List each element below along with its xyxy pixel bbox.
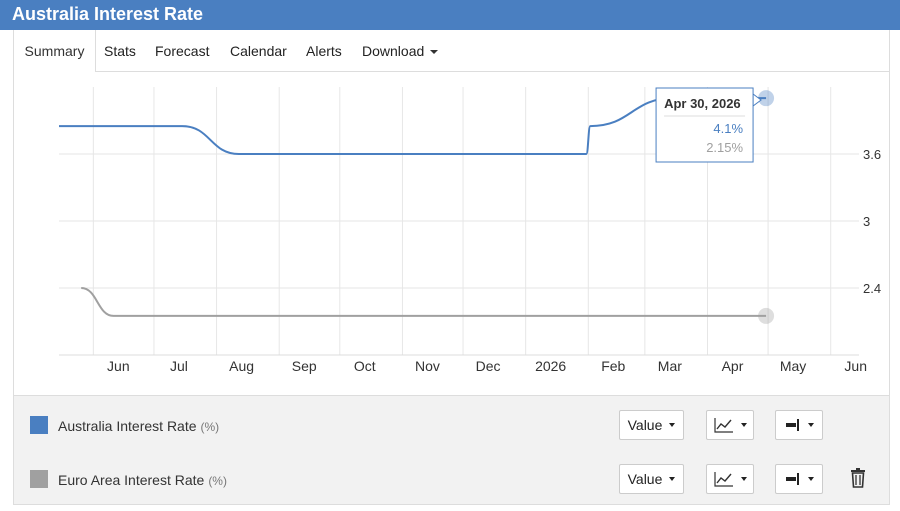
y-tick-label: 3.6: [863, 147, 881, 162]
tab-bar: Summary Stats Forecast Calendar Alerts D…: [13, 30, 890, 73]
x-tick-label: Jul: [170, 358, 188, 374]
x-tick-label: Nov: [415, 358, 440, 374]
axis-layer: Jun Jul Aug Sep Oct Nov Dec 2026 Feb Mar Apr May Jun…: [107, 147, 881, 374]
legend-panel: Australia Interest Rate (%) Value Euro Ar…: [13, 395, 890, 505]
x-tick-label: Jun: [107, 358, 130, 374]
tooltip-value-australia: 4.1%: [713, 121, 743, 136]
tab-stats-label: Stats: [104, 43, 136, 59]
title-bar: Australia Interest Rate: [0, 0, 900, 30]
legend-row-australia: Australia Interest Rate (%) Value: [14, 410, 891, 440]
x-tick-label: Apr: [722, 358, 744, 374]
value-dropdown[interactable]: Value: [619, 464, 684, 494]
series-unit: (%): [200, 420, 220, 434]
tab-summary-label: Summary: [24, 43, 85, 59]
tab-alerts-label: Alerts: [306, 43, 342, 59]
series-name: Euro Area Interest Rate (%): [58, 472, 227, 488]
tab-forecast-label: Forecast: [155, 43, 210, 59]
chart-type-dropdown[interactable]: [706, 410, 754, 440]
tab-summary[interactable]: Summary: [14, 30, 96, 73]
series-name-text: Euro Area Interest Rate: [58, 472, 205, 488]
hover-marker-0: [758, 90, 775, 107]
line-chart-icon: [713, 418, 733, 433]
line-chart-icon: [713, 472, 733, 487]
series-unit: (%): [208, 474, 227, 488]
x-tick-label: Oct: [354, 358, 376, 374]
chevron-down-icon: [740, 423, 747, 427]
axis-right-icon: [785, 419, 799, 431]
tooltip: Apr 30, 2026 4.1% 2.15%: [655, 87, 762, 163]
x-tick-label: Jun: [844, 358, 867, 374]
tab-calendar[interactable]: Calendar: [230, 30, 287, 72]
y-tick-label: 2.4: [863, 281, 881, 296]
series-name: Australia Interest Rate (%): [58, 418, 219, 434]
x-tick-label: Dec: [476, 358, 501, 374]
tab-download-label: Download: [362, 43, 425, 59]
tab-forecast[interactable]: Forecast: [155, 30, 209, 72]
tab-calendar-label: Calendar: [230, 43, 287, 59]
tab-download[interactable]: Download: [362, 30, 439, 72]
page-title: Australia Interest Rate: [12, 4, 204, 24]
axis-dropdown[interactable]: [775, 464, 823, 494]
series-name-text: Australia Interest Rate: [58, 418, 197, 434]
x-tick-label: Mar: [658, 358, 682, 374]
trash-icon[interactable]: [850, 468, 866, 488]
value-dropdown-label: Value: [627, 471, 663, 487]
chevron-down-icon: [669, 423, 676, 427]
x-tick-label: Feb: [601, 358, 625, 374]
tab-alerts[interactable]: Alerts: [306, 30, 342, 72]
chart-type-dropdown[interactable]: [706, 464, 754, 494]
chevron-down-icon: [807, 477, 814, 481]
chevron-down-icon: [740, 477, 747, 481]
chart-container: Jun Jul Aug Sep Oct Nov Dec 2026 Feb Mar Apr May Jun…: [13, 72, 890, 395]
series-swatch: [30, 470, 48, 488]
series-line-1: [81, 287, 767, 317]
axis-right-icon: [785, 473, 799, 485]
series-swatch: [30, 416, 48, 434]
y-tick-label: 3: [863, 214, 870, 229]
line-chart: Jun Jul Aug Sep Oct Nov Dec 2026 Feb Mar Apr May Jun…: [59, 87, 881, 374]
value-dropdown[interactable]: Value: [619, 410, 684, 440]
tooltip-date: Apr 30, 2026: [664, 96, 741, 111]
x-tick-label: Sep: [292, 358, 317, 374]
axis-dropdown[interactable]: [775, 410, 823, 440]
chevron-down-icon: [669, 477, 676, 481]
hover-marker-1: [758, 307, 775, 324]
legend-row-euro: Euro Area Interest Rate (%) Value: [14, 464, 891, 494]
chevron-down-icon: [430, 50, 439, 55]
tab-stats[interactable]: Stats: [104, 30, 136, 72]
x-tick-label: 2026: [535, 358, 566, 374]
chevron-down-icon: [807, 423, 814, 427]
x-tick-label: May: [780, 358, 806, 374]
tooltip-value-euro: 2.15%: [706, 140, 743, 155]
value-dropdown-label: Value: [627, 417, 663, 433]
x-tick-label: Aug: [229, 358, 254, 374]
